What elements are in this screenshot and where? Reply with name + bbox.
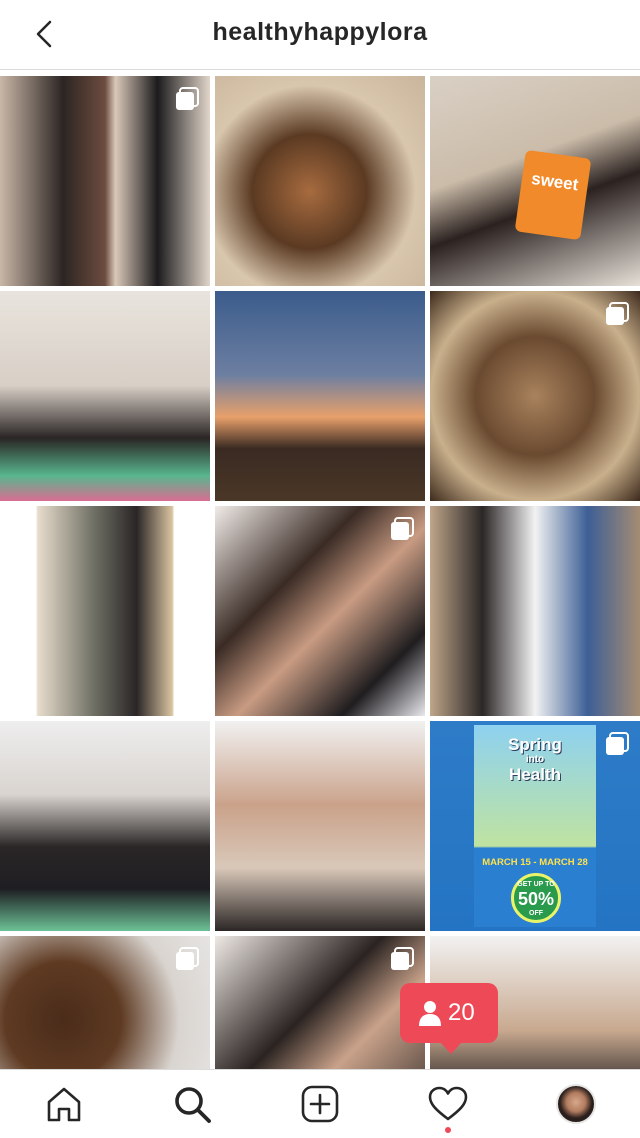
post-thumbnail[interactable] bbox=[0, 721, 210, 931]
discount-badge-bottom: OFF bbox=[529, 910, 543, 917]
post-thumbnail[interactable] bbox=[0, 76, 210, 286]
tab-home[interactable] bbox=[44, 1084, 84, 1124]
promo-dates: MARCH 15 - MARCH 28 bbox=[482, 857, 588, 868]
discount-badge-top: GET UP TO bbox=[517, 881, 555, 888]
tab-search[interactable] bbox=[172, 1084, 212, 1124]
post-grid: sweet Spring into Health MARCH 15 - MARC… bbox=[0, 76, 640, 1069]
post-image bbox=[0, 291, 210, 501]
post-thumbnail[interactable] bbox=[215, 506, 425, 716]
bottom-tab-bar bbox=[0, 1069, 640, 1138]
tab-activity[interactable] bbox=[428, 1084, 468, 1124]
post-image bbox=[215, 291, 425, 501]
multiple-photos-icon bbox=[176, 947, 199, 970]
profile-username: healthyhappylora bbox=[212, 18, 428, 46]
multiple-photos-icon bbox=[391, 517, 414, 540]
multiple-photos-icon bbox=[606, 732, 629, 755]
post-thumbnail[interactable] bbox=[215, 721, 425, 931]
post-thumbnail[interactable]: sweet bbox=[430, 76, 640, 286]
tab-new-post[interactable] bbox=[300, 1084, 340, 1124]
post-image bbox=[0, 721, 210, 931]
post-thumbnail[interactable] bbox=[430, 506, 640, 716]
post-thumbnail[interactable] bbox=[215, 76, 425, 286]
post-image bbox=[0, 506, 210, 716]
snack-bag-label: sweet bbox=[530, 168, 580, 195]
follower-count: 20 bbox=[448, 999, 475, 1026]
promo-poster: Spring into Health MARCH 15 - MARCH 28 G… bbox=[474, 725, 596, 927]
new-followers-popup[interactable]: 20 bbox=[400, 983, 498, 1054]
profile-avatar[interactable] bbox=[556, 1084, 596, 1124]
new-post-icon bbox=[301, 1085, 339, 1123]
discount-badge-value: 50% bbox=[517, 889, 555, 909]
promo-title-into: into bbox=[525, 754, 545, 765]
post-thumbnail[interactable] bbox=[215, 291, 425, 501]
post-thumbnail[interactable] bbox=[215, 936, 425, 1069]
post-image bbox=[430, 506, 640, 716]
activity-indicator-dot bbox=[445, 1127, 451, 1133]
post-image bbox=[215, 721, 425, 931]
discount-badge: GET UP TO 50% OFF bbox=[511, 873, 561, 923]
snack-bag: sweet bbox=[514, 149, 592, 241]
top-bar: healthyhappylora bbox=[0, 0, 640, 70]
person-icon bbox=[419, 1001, 441, 1026]
promo-title: Spring into Health bbox=[474, 735, 596, 784]
post-thumbnail[interactable] bbox=[0, 291, 210, 501]
heart-icon bbox=[428, 1086, 468, 1121]
multiple-photos-icon bbox=[606, 302, 629, 325]
post-thumbnail[interactable] bbox=[0, 936, 210, 1069]
home-icon bbox=[47, 1087, 81, 1122]
multiple-photos-icon bbox=[391, 947, 414, 970]
promo-title-line2: Health bbox=[509, 765, 561, 784]
multiple-photos-icon bbox=[176, 87, 199, 110]
post-thumbnail[interactable] bbox=[0, 506, 210, 716]
post-image bbox=[215, 76, 425, 286]
post-thumbnail[interactable] bbox=[430, 291, 640, 501]
search-icon bbox=[175, 1087, 211, 1123]
post-thumbnail[interactable]: Spring into Health MARCH 15 - MARCH 28 G… bbox=[430, 721, 640, 931]
promo-title-line1: Spring bbox=[508, 735, 562, 754]
